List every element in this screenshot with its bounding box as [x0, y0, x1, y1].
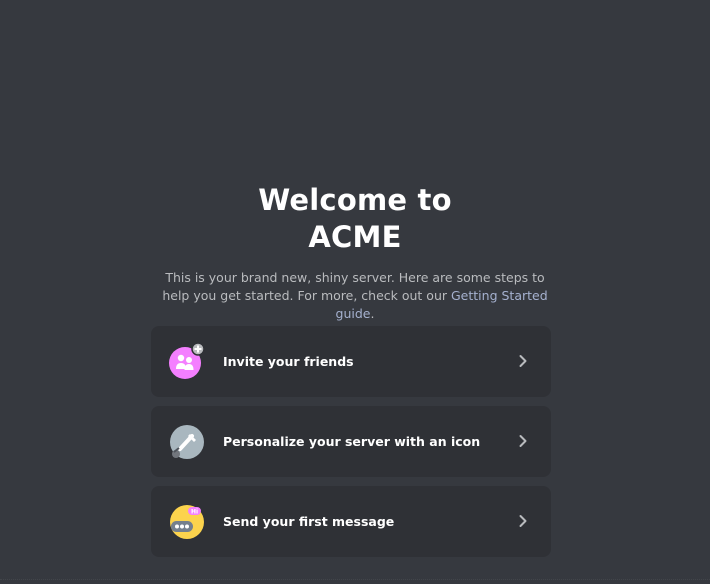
welcome-subtitle: This is your brand new, shiny server. He… — [155, 269, 555, 323]
chevron-right-icon — [515, 353, 531, 369]
title-line-1: Welcome to — [258, 183, 452, 217]
card-label: Invite your friends — [223, 354, 354, 369]
invite-friends-icon — [168, 342, 206, 381]
personalize-icon — [168, 423, 206, 461]
card-label: Personalize your server with an icon — [223, 434, 481, 449]
divider — [0, 579, 710, 580]
svg-text:Hi: Hi — [191, 509, 198, 516]
server-welcome-page: Welcome to ACME This is your brand new, … — [0, 0, 710, 584]
subtitle-end: . — [370, 306, 375, 321]
first-message-icon: Hi — [168, 503, 206, 541]
title-server-name: ACME — [308, 220, 402, 254]
invite-friends-card[interactable]: Invite your friends — [151, 326, 551, 397]
personalize-server-card[interactable]: Personalize your server with an icon — [151, 406, 551, 477]
card-label: Send your first message — [223, 514, 395, 529]
getting-started-steps: Invite your friends Personalize your ser… — [151, 326, 551, 566]
page-title: Welcome to ACME — [0, 182, 710, 256]
chevron-right-icon — [515, 513, 531, 529]
welcome-section: Welcome to ACME This is your brand new, … — [0, 182, 710, 323]
chevron-right-icon — [515, 433, 531, 449]
first-message-card[interactable]: Hi Send your first message — [151, 486, 551, 557]
